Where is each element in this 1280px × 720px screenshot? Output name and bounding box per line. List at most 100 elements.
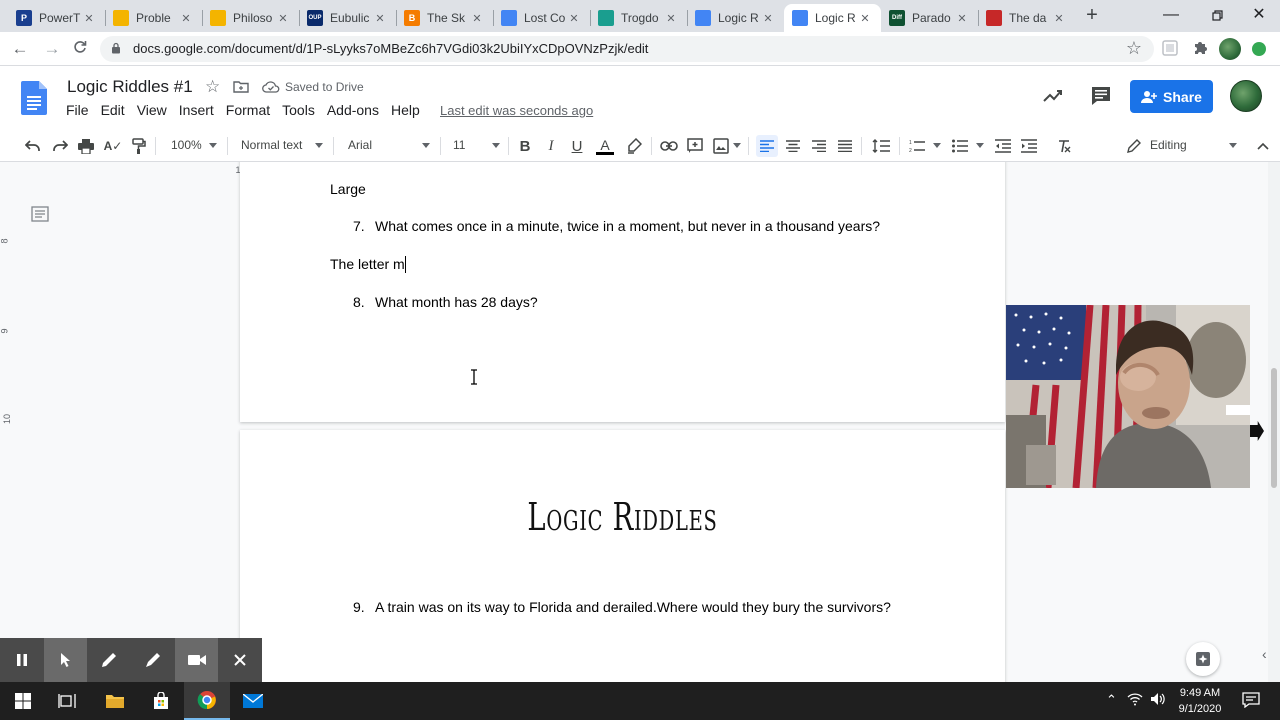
document-page[interactable]: Large 7. What comes once in a minute, tw… xyxy=(240,162,1005,422)
print-icon[interactable] xyxy=(76,136,96,156)
share-button[interactable]: Share xyxy=(1130,80,1213,113)
pointer-tool-button[interactable] xyxy=(43,638,88,682)
highlighter-tool-button[interactable] xyxy=(131,638,175,682)
spellcheck-icon[interactable]: A✓ xyxy=(103,136,123,156)
menu-insert[interactable]: Insert xyxy=(173,102,220,120)
explore-button[interactable] xyxy=(1186,642,1220,676)
undo-icon[interactable] xyxy=(23,136,43,156)
docs-logo-icon[interactable] xyxy=(21,81,47,115)
zoom-select[interactable]: 100% xyxy=(171,138,202,152)
system-clock[interactable]: 9:49 AM 9/1/2020 xyxy=(1170,685,1230,717)
move-to-folder-icon[interactable] xyxy=(233,80,249,93)
tab-close-icon[interactable]: ✕ xyxy=(372,12,388,25)
forward-button[interactable]: → xyxy=(40,37,64,61)
tab-close-icon[interactable]: ✕ xyxy=(275,12,291,25)
start-button[interactable] xyxy=(0,682,46,720)
numbered-list-dropdown-icon[interactable] xyxy=(933,143,941,148)
zoom-dropdown-icon[interactable] xyxy=(209,143,217,148)
browser-tab[interactable]: Logic R ✕ xyxy=(784,4,881,32)
document-page[interactable]: Logic Riddles 9. A train was on its way … xyxy=(240,430,1005,682)
line-spacing-icon[interactable] xyxy=(870,136,892,156)
insert-comment-icon[interactable] xyxy=(685,136,705,156)
font-select[interactable]: Arial xyxy=(348,138,372,152)
image-dropdown-icon[interactable] xyxy=(733,143,741,148)
browser-tab[interactable]: OUP Eubulic ✕ xyxy=(299,4,396,32)
volume-icon[interactable] xyxy=(1150,692,1166,709)
menu-edit[interactable]: Edit xyxy=(95,102,131,120)
menu-tools[interactable]: Tools xyxy=(276,102,321,120)
font-dropdown-icon[interactable] xyxy=(422,143,430,148)
italic-button[interactable]: I xyxy=(542,136,560,156)
insert-link-icon[interactable] xyxy=(659,136,679,156)
text-color-icon[interactable]: A xyxy=(595,136,615,156)
browser-tab[interactable]: Lost Co ✕ xyxy=(493,4,590,32)
document-outline-icon[interactable] xyxy=(31,206,49,222)
extensions-puzzle-icon[interactable] xyxy=(1190,38,1212,60)
menu-file[interactable]: File xyxy=(60,102,95,120)
bulleted-list-dropdown-icon[interactable] xyxy=(976,143,984,148)
new-tab-button[interactable]: + xyxy=(1082,5,1102,25)
pause-recording-button[interactable] xyxy=(0,638,44,682)
profile-avatar[interactable] xyxy=(1219,38,1241,60)
scrollbar-thumb[interactable] xyxy=(1271,368,1277,488)
star-icon[interactable]: ☆ xyxy=(205,77,220,97)
mode-dropdown-icon[interactable] xyxy=(1229,143,1237,148)
webcam-overlay[interactable] xyxy=(1006,305,1250,488)
sync-status-icon[interactable] xyxy=(1252,42,1266,56)
vertical-scrollbar[interactable] xyxy=(1268,162,1280,682)
action-center-icon[interactable] xyxy=(1242,692,1260,711)
webcam-toggle-button[interactable] xyxy=(174,638,219,682)
browser-tab[interactable]: Trogdo ✕ xyxy=(590,4,687,32)
align-center-button[interactable] xyxy=(783,136,803,156)
tab-close-icon[interactable]: ✕ xyxy=(566,12,582,25)
highlight-color-icon[interactable] xyxy=(624,136,644,156)
chrome-taskbar-button[interactable] xyxy=(184,682,230,720)
menu-help[interactable]: Help xyxy=(385,102,426,120)
last-edit-link[interactable]: Last edit was seconds ago xyxy=(440,103,593,118)
redo-icon[interactable] xyxy=(50,136,70,156)
network-icon[interactable] xyxy=(1127,692,1143,709)
browser-tab[interactable]: B The Sk ✕ xyxy=(396,4,493,32)
tab-close-icon[interactable]: ✕ xyxy=(857,12,873,25)
browser-tab[interactable]: Diff Parado ✕ xyxy=(881,4,978,32)
activity-dashboard-icon[interactable] xyxy=(1041,86,1065,106)
tab-close-icon[interactable]: ✕ xyxy=(81,12,97,25)
pen-tool-button[interactable] xyxy=(87,638,131,682)
file-explorer-button[interactable] xyxy=(92,682,138,720)
extension-page-icon[interactable] xyxy=(1160,38,1182,60)
style-dropdown-icon[interactable] xyxy=(315,143,323,148)
menu-format[interactable]: Format xyxy=(220,102,276,120)
mail-button[interactable] xyxy=(230,682,276,720)
tab-close-icon[interactable]: ✕ xyxy=(178,12,194,25)
menu-add-ons[interactable]: Add-ons xyxy=(321,102,385,120)
align-left-button[interactable] xyxy=(756,135,778,157)
address-bar[interactable]: docs.google.com/document/d/1P-sLyyks7oMB… xyxy=(100,36,1154,62)
underline-button[interactable]: U xyxy=(568,136,586,156)
reload-button[interactable] xyxy=(68,37,92,61)
account-avatar[interactable] xyxy=(1230,80,1262,112)
browser-tab[interactable]: Logic R ✕ xyxy=(687,4,784,32)
close-window-button[interactable]: ✕ xyxy=(1236,0,1280,32)
menu-view[interactable]: View xyxy=(131,102,173,120)
bulleted-list-icon[interactable] xyxy=(950,136,970,156)
side-panel-toggle-icon[interactable]: ‹ xyxy=(1262,646,1267,662)
minimize-button[interactable]: — xyxy=(1148,0,1194,32)
increase-indent-icon[interactable] xyxy=(1019,136,1039,156)
store-button[interactable] xyxy=(138,682,184,720)
paint-format-icon[interactable] xyxy=(129,136,149,156)
hide-menus-icon[interactable] xyxy=(1254,136,1272,156)
bold-button[interactable]: B xyxy=(516,136,534,156)
close-recorder-button[interactable] xyxy=(218,638,262,682)
align-right-button[interactable] xyxy=(809,136,829,156)
tab-close-icon[interactable]: ✕ xyxy=(1051,12,1067,25)
bookmark-star-icon[interactable]: ☆ xyxy=(1126,38,1142,59)
font-size-dropdown-icon[interactable] xyxy=(492,143,500,148)
tab-close-icon[interactable]: ✕ xyxy=(760,12,776,25)
show-hidden-icons-icon[interactable]: ⌃ xyxy=(1106,692,1117,708)
document-title[interactable]: Logic Riddles #1 xyxy=(67,77,193,97)
justify-button[interactable] xyxy=(835,136,855,156)
tab-close-icon[interactable]: ✕ xyxy=(954,12,970,25)
decrease-indent-icon[interactable] xyxy=(993,136,1013,156)
paragraph-style-select[interactable]: Normal text xyxy=(241,138,302,152)
clear-formatting-icon[interactable] xyxy=(1054,136,1074,156)
